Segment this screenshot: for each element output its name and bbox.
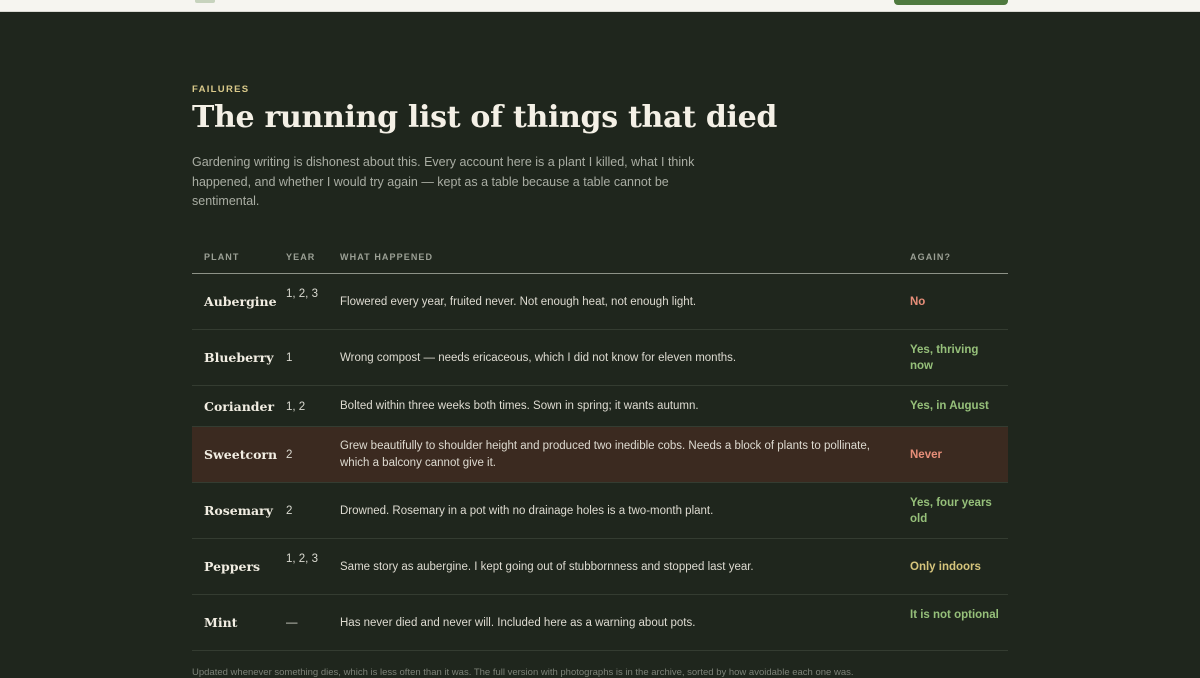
table-row: Sweetcorn 2 Grew beautifully to shoulder h… [192, 427, 1008, 483]
again-verdict: Never [910, 448, 942, 461]
column-header-what-happened: WHAT HAPPENED [340, 252, 434, 262]
column-header-plant: PLANT [204, 252, 240, 262]
plant-year: 1, 2, 3 [286, 553, 318, 565]
plant-name: Blueberry [204, 350, 274, 365]
header-action-button[interactable] [894, 0, 1008, 5]
plant-name: Coriander [204, 398, 275, 414]
plant-year: 2 [286, 449, 293, 461]
plant-year: 2 [286, 505, 293, 517]
plant-year: 1 [286, 352, 293, 364]
table-row: Rosemary 2 Drowned. Rosemary in a pot with… [192, 483, 1008, 539]
plant-name: Aubergine [204, 294, 277, 309]
what-happened-text: Grew beautifully to shoulder height and … [340, 440, 870, 469]
failures-table: PLANT YEAR WHAT HAPPENED AGAIN? Aubergin… [192, 242, 1008, 651]
again-verdict: No [910, 295, 926, 308]
table-body: Aubergine 1, 2, 3 Flowered every year, fru… [192, 274, 1008, 651]
site-logo-icon[interactable] [195, 0, 215, 3]
plant-year: — [286, 617, 298, 629]
section-eyebrow: FAILURES [192, 84, 250, 95]
table-row: Blueberry 1 Wrong compost — needs ericaceo… [192, 330, 1008, 386]
column-header-year: YEAR [286, 252, 316, 262]
what-happened-text: Wrong compost — needs ericaceous, which … [340, 351, 737, 364]
footer-note: Updated whenever something dies, which i… [192, 667, 854, 678]
section-intro: Gardening writing is dishonest about thi… [192, 155, 695, 208]
plant-name: Rosemary [204, 503, 273, 518]
again-verdict: Yes, thriving now [910, 343, 979, 373]
what-happened-text: Same story as aubergine. I kept going ou… [340, 560, 754, 573]
what-happened-text: Bolted within three weeks both times. So… [340, 400, 699, 412]
table-row: Mint — Has never died and never will. Incl… [192, 595, 1008, 651]
table-row: Coriander 1, 2 Bolted within three weeks b… [192, 386, 1008, 427]
page-title: The running list of things that died [192, 100, 778, 135]
again-verdict: Yes, in August [910, 400, 989, 413]
plant-name: Mint [204, 615, 238, 630]
again-verdict: Only indoors [910, 560, 981, 573]
what-happened-text: Drowned. Rosemary in a pot with no drain… [340, 504, 714, 517]
plant-year: 1, 2 [286, 400, 306, 413]
table-row: Aubergine 1, 2, 3 Flowered every year, fru… [192, 274, 1008, 330]
top-navigation-bar [0, 0, 1200, 12]
table-row: Peppers 1, 2, 3 Same story as aubergine. I… [192, 539, 1008, 595]
plant-name: Sweetcorn [204, 447, 278, 462]
column-header-again: AGAIN? [910, 252, 952, 262]
plant-name: Peppers [204, 559, 261, 574]
again-verdict: Yes, four years old [910, 496, 992, 526]
what-happened-text: Has never died and never will. Included … [340, 616, 696, 629]
plant-year: 1, 2, 3 [286, 288, 318, 300]
table-header-row: PLANT YEAR WHAT HAPPENED AGAIN? [192, 242, 1008, 274]
again-verdict: It is not optional [910, 608, 999, 621]
what-happened-text: Flowered every year, fruited never. Not … [340, 295, 697, 308]
